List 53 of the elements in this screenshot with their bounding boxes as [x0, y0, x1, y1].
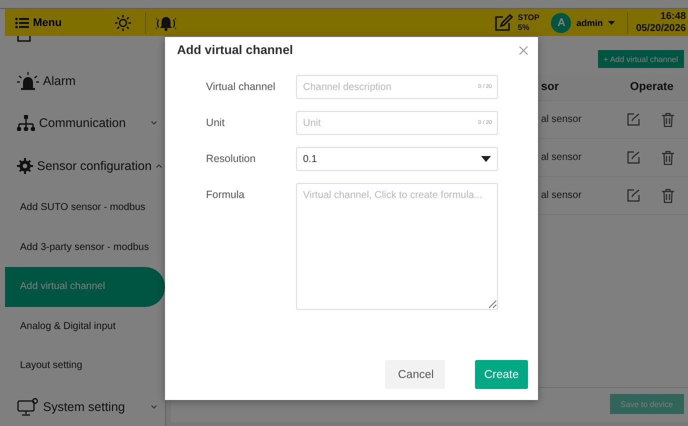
gear-icon: [17, 158, 33, 174]
network-icon: [17, 115, 35, 131]
edit-button[interactable]: [627, 188, 640, 202]
sidebar-item[interactable]: Alarm: [5, 60, 165, 102]
trash-icon: [662, 150, 674, 164]
edit-icon: [627, 188, 640, 202]
column-header: sor: [541, 81, 560, 93]
menu-button[interactable]: Menu: [5, 16, 115, 28]
sidebar-item[interactable]: Sensor configuration: [5, 144, 165, 188]
sidebar-subitem[interactable]: Add 3-party sensor - modbus: [5, 228, 165, 267]
edit-icon: [627, 150, 640, 164]
formula-field[interactable]: Virtual channel, Click to create formula...: [296, 183, 498, 310]
field-label: Unit: [206, 116, 226, 129]
sidebar-subitem[interactable]: Add SUTO sensor - modbus: [5, 188, 165, 228]
create-button[interactable]: Create: [475, 360, 528, 389]
table-cell-text: al sensor: [541, 190, 583, 201]
delete-button[interactable]: [662, 112, 674, 126]
trash-icon: [662, 188, 674, 202]
sidebar-item[interactable]: Communication: [5, 102, 165, 144]
logger-icon: [17, 36, 31, 42]
clock-time: 16:48: [660, 10, 686, 22]
field-label: Formula: [206, 188, 246, 201]
delete-button[interactable]: [662, 150, 674, 164]
edit-icon: [494, 14, 514, 32]
monitor-icon: [17, 398, 39, 416]
status-text: STOP: [518, 12, 540, 22]
field-label: Virtual channel: [206, 80, 276, 93]
sidebar-subitem[interactable]: Layout setting: [5, 346, 165, 386]
sun-icon: [115, 14, 131, 30]
dialog-title: Add virtual channel: [177, 43, 293, 57]
close-icon: [519, 46, 528, 54]
user-menu[interactable]: A admin: [551, 12, 627, 32]
caret-icon: [608, 20, 615, 24]
resolution-dropdown[interactable]: 0.1: [296, 147, 498, 171]
alarm-bell-icon: [156, 14, 176, 30]
trash-icon: [662, 112, 674, 126]
edit-button[interactable]: [627, 112, 640, 126]
cancel-button[interactable]: Cancel: [385, 360, 445, 389]
delete-button[interactable]: [662, 188, 674, 202]
field-label: Resolution: [206, 152, 257, 165]
clock-date: 05/20/2026: [636, 22, 686, 34]
edit-icon: [627, 112, 640, 126]
sidebar-subitem[interactable]: Analog & Digital input: [5, 306, 165, 346]
caret-icon: [481, 156, 491, 162]
column-header: Operate: [629, 81, 674, 93]
close-button[interactable]: [519, 46, 528, 54]
table-cell-text: al sensor: [541, 114, 583, 125]
menu-icon: [15, 16, 29, 28]
edit-button[interactable]: [627, 150, 640, 164]
alarm-light-icon: [17, 72, 39, 90]
status-percent: 5%: [518, 22, 530, 32]
table-cell-text: al sensor: [541, 152, 583, 163]
sidebar-item[interactable]: System setting: [5, 386, 165, 426]
